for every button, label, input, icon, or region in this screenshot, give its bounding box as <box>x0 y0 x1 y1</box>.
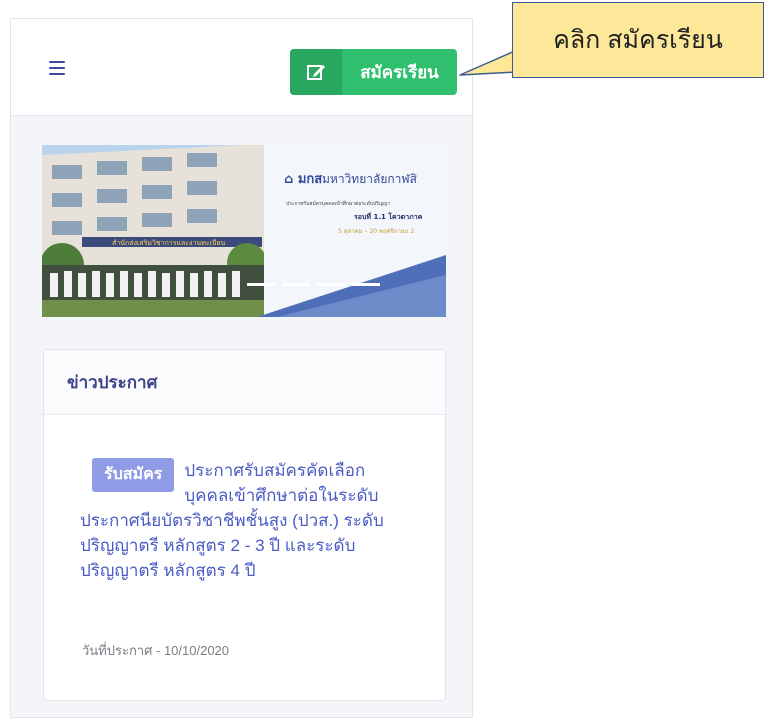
callout-pointer <box>459 49 518 76</box>
callout-text: คลิก สมัครเรียน <box>553 26 723 54</box>
callout-box: คลิก สมัครเรียน <box>512 2 764 78</box>
